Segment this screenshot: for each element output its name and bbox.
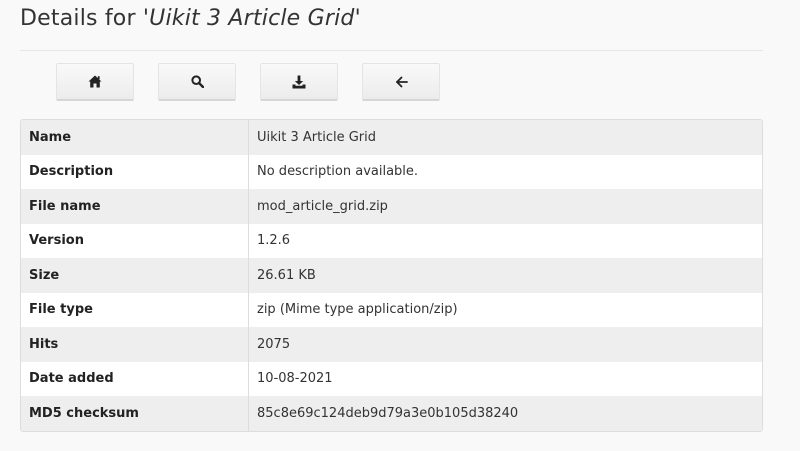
details-label: Date added xyxy=(21,361,249,396)
title-divider xyxy=(20,50,763,51)
details-row-name: Name Uikit 3 Article Grid xyxy=(21,120,762,155)
details-label: MD5 checksum xyxy=(21,396,249,431)
details-label: File type xyxy=(21,292,249,327)
details-table: Name Uikit 3 Article Grid Description No… xyxy=(20,119,763,432)
details-value: 85c8e69c124deb9d79a3e0b105d38240 xyxy=(257,405,519,421)
details-label: Version xyxy=(21,223,249,258)
details-label: Description xyxy=(21,154,249,189)
details-label: Hits xyxy=(21,327,249,362)
details-value: zip (Mime type application/zip) xyxy=(257,302,458,318)
details-value: Uikit 3 Article Grid xyxy=(257,129,377,145)
details-value: 1.2.6 xyxy=(257,233,291,249)
download-icon xyxy=(292,75,306,88)
details-row-hits: Hits 2075 xyxy=(21,327,762,362)
details-row-description: Description No description available. xyxy=(21,154,762,189)
details-label: File name xyxy=(21,189,249,224)
details-value: 10-08-2021 xyxy=(257,371,333,387)
details-row-date-added: Date added 10-08-2021 xyxy=(21,361,762,396)
page-title-prefix: Details for xyxy=(20,6,143,31)
home-button[interactable] xyxy=(56,63,134,101)
page: Details for 'Uikit 3 Article Grid' Name … xyxy=(0,0,800,451)
arrow-left-icon xyxy=(395,76,408,87)
details-value: No description available. xyxy=(257,164,419,180)
details-row-version: Version 1.2.6 xyxy=(21,223,762,258)
download-button[interactable] xyxy=(260,63,338,101)
details-row-size: Size 26.61 KB xyxy=(21,258,762,293)
details-row-file-name: File name mod_article_grid.zip xyxy=(21,189,762,224)
page-title: Details for 'Uikit 3 Article Grid' xyxy=(20,6,361,31)
toolbar xyxy=(56,63,464,101)
page-title-name: 'Uikit 3 Article Grid' xyxy=(142,6,361,31)
details-row-md5-checksum: MD5 checksum 85c8e69c124deb9d79a3e0b105d… xyxy=(21,396,762,431)
details-row-file-type: File type zip (Mime type application/zip… xyxy=(21,292,762,327)
details-value: mod_article_grid.zip xyxy=(257,198,388,214)
home-icon xyxy=(88,75,102,88)
details-value: 26.61 KB xyxy=(257,267,316,283)
search-icon xyxy=(190,75,204,88)
details-value: 2075 xyxy=(257,336,291,352)
details-label: Size xyxy=(21,258,249,293)
search-button[interactable] xyxy=(158,63,236,101)
back-button[interactable] xyxy=(362,63,440,101)
details-label: Name xyxy=(21,120,249,155)
